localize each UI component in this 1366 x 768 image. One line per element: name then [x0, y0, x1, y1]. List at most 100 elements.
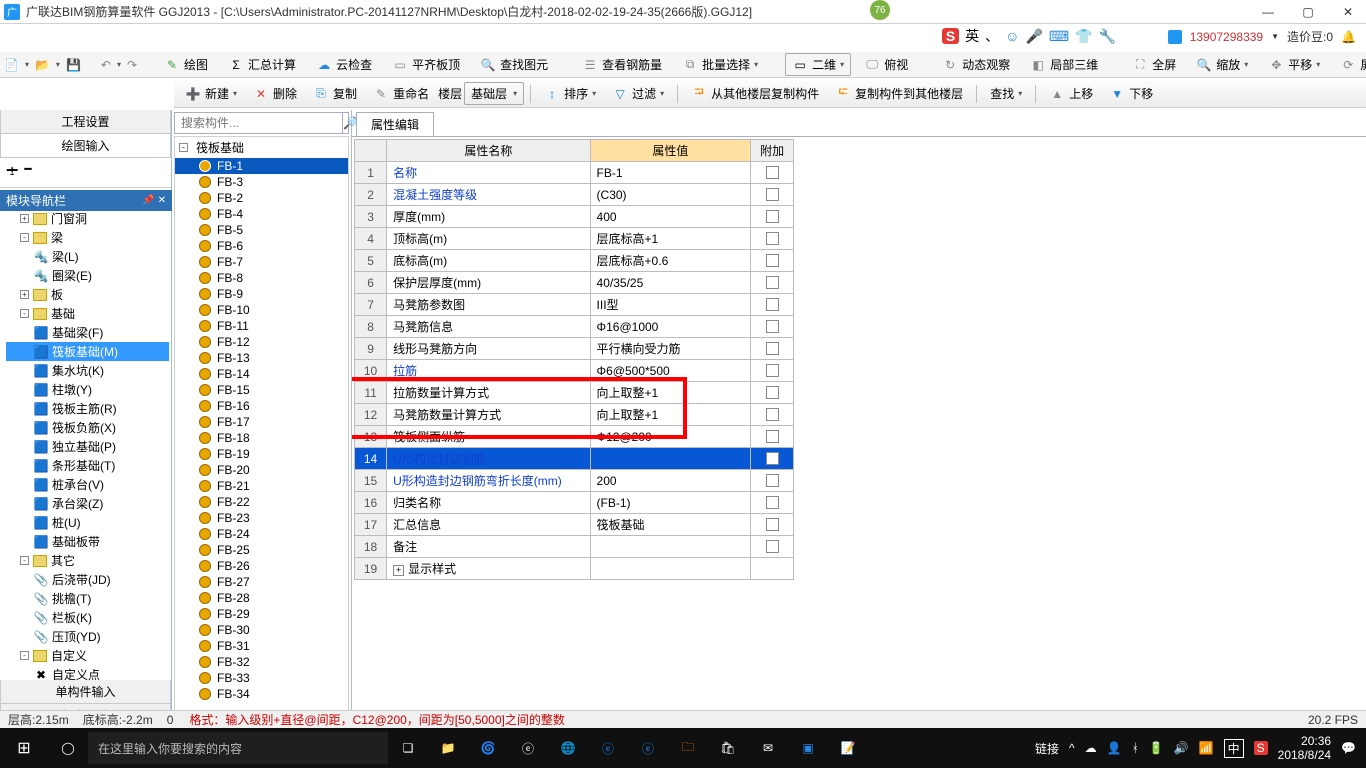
comp-node[interactable]: FB-11	[175, 318, 348, 334]
prop-name-cell[interactable]: 筏板侧面纵筋	[387, 426, 590, 448]
prop-extra-cell[interactable]	[751, 338, 794, 360]
comp-node[interactable]: FB-33	[175, 670, 348, 686]
browser-icon[interactable]: 🌐	[548, 728, 588, 768]
prop-extra-cell[interactable]	[751, 294, 794, 316]
prop-value-cell[interactable]: 筏板基础	[590, 514, 751, 536]
search-input[interactable]	[175, 113, 342, 133]
folder-icon[interactable]: 📁	[428, 728, 468, 768]
prop-extra-cell[interactable]	[751, 228, 794, 250]
prop-row[interactable]: 9线形马凳筋方向平行横向受力筋	[355, 338, 794, 360]
new-file-icon[interactable]: 📄	[4, 57, 19, 73]
view-2d-combo[interactable]: ▭二维▾	[785, 53, 851, 76]
checkbox-icon[interactable]	[766, 408, 779, 421]
nav-tree-item[interactable]: 🟦筏板基础(M)	[6, 342, 169, 361]
comp-node[interactable]: FB-30	[175, 622, 348, 638]
mail-icon[interactable]: ✉	[748, 728, 788, 768]
new-component-button[interactable]: ➕新建▾	[178, 82, 244, 105]
prop-row[interactable]: 6保护层厚度(mm)40/35/25	[355, 272, 794, 294]
prop-extra-cell[interactable]	[751, 272, 794, 294]
tray-up-icon[interactable]: ^	[1069, 741, 1075, 755]
prop-value-cell[interactable]: 200	[590, 470, 751, 492]
checkbox-icon[interactable]	[766, 320, 779, 333]
nav-tree-item[interactable]: -自定义	[6, 646, 169, 665]
sum-calc-button[interactable]: Σ汇总计算	[221, 53, 303, 76]
zoom-button[interactable]: 🔍缩放▾	[1189, 53, 1255, 76]
screen-rotate-button[interactable]: ⟳屏幕旋转▾	[1333, 53, 1366, 76]
nav-tree-item[interactable]: -基础	[6, 304, 169, 323]
edge-icon[interactable]: ⓔ	[588, 728, 628, 768]
prop-row[interactable]: 13筏板侧面纵筋Φ12@200	[355, 426, 794, 448]
filter-button[interactable]: ▽过滤▾	[605, 82, 671, 105]
prop-extra-cell[interactable]	[751, 448, 794, 470]
prop-value-cell[interactable]: 平行横向受力筋	[590, 338, 751, 360]
copy-button[interactable]: ⎘复制	[306, 82, 364, 105]
prop-value-cell[interactable]: 层底标高+0.6	[590, 250, 751, 272]
comp-node[interactable]: FB-6	[175, 238, 348, 254]
sort-button[interactable]: ↕排序▾	[537, 82, 603, 105]
prop-row[interactable]: 14U形构造封边钢筋	[355, 448, 794, 470]
comp-node[interactable]: FB-29	[175, 606, 348, 622]
tray-bluetooth-icon[interactable]: ᚼ	[1132, 741, 1139, 755]
comp-node[interactable]: FB-7	[175, 254, 348, 270]
comp-node[interactable]: FB-22	[175, 494, 348, 510]
checkbox-icon[interactable]	[766, 364, 779, 377]
prop-name-cell[interactable]: 拉筋数量计算方式	[387, 382, 590, 404]
comp-node[interactable]: FB-14	[175, 366, 348, 382]
tree-toggle-icon[interactable]: -	[20, 556, 29, 565]
emoji-icon[interactable]: ☺	[1005, 28, 1019, 44]
nav-minus-icon[interactable]: ━	[24, 162, 31, 183]
prop-extra-cell[interactable]	[751, 492, 794, 514]
prop-extra-cell[interactable]	[751, 360, 794, 382]
checkbox-icon[interactable]	[766, 166, 779, 179]
app-icon-1[interactable]: 🌀	[468, 728, 508, 768]
tree-toggle-icon[interactable]: -	[179, 143, 188, 152]
app-running-icon[interactable]: ▣	[788, 728, 828, 768]
prop-extra-cell[interactable]	[751, 250, 794, 272]
nav-tree-item[interactable]: -其它	[6, 551, 169, 570]
comp-node[interactable]: FB-25	[175, 542, 348, 558]
tray-battery-icon[interactable]: 🔋	[1149, 741, 1164, 755]
prop-row[interactable]: 16归类名称(FB-1)	[355, 492, 794, 514]
prop-row[interactable]: 15U形构造封边钢筋弯折长度(mm)200	[355, 470, 794, 492]
checkbox-icon[interactable]	[766, 540, 779, 553]
comp-node[interactable]: FB-20	[175, 462, 348, 478]
move-up-button[interactable]: ▲上移	[1042, 82, 1100, 105]
comp-node[interactable]: FB-18	[175, 430, 348, 446]
property-grid[interactable]: 属性名称 属性值 附加 1名称FB-12混凝土强度等级(C30)3厚度(mm)4…	[354, 139, 794, 580]
user-id[interactable]: 13907298339	[1190, 30, 1263, 44]
find-element-button[interactable]: 🔍查找图元	[473, 53, 555, 76]
nav-tree-item[interactable]: 🟦基础板带	[6, 532, 169, 551]
expand-icon[interactable]: +	[393, 565, 404, 576]
bell-icon[interactable]: 🔔	[1341, 30, 1356, 44]
checkbox-icon[interactable]	[766, 474, 779, 487]
comp-node[interactable]: FB-5	[175, 222, 348, 238]
prop-row[interactable]: 12马凳筋数量计算方式向上取整+1	[355, 404, 794, 426]
comp-node[interactable]: FB-1	[175, 158, 348, 174]
sogou-icon[interactable]: S	[942, 28, 959, 44]
prop-value-cell[interactable]	[590, 448, 751, 470]
comp-node[interactable]: FB-9	[175, 286, 348, 302]
nav-tree[interactable]: 🔧砌体加筋(Y)+门窗洞-梁🔩梁(L)🔩圈梁(E)+板-基础🟦基础梁(F)🟦筏板…	[0, 188, 171, 680]
minimize-button[interactable]: —	[1254, 2, 1282, 22]
prop-row[interactable]: 18备注	[355, 536, 794, 558]
nav-tree-item[interactable]: 📎后浇带(JD)	[6, 570, 169, 589]
undo-icon[interactable]: ↶	[101, 57, 111, 73]
comp-node[interactable]: FB-26	[175, 558, 348, 574]
comp-node[interactable]: FB-27	[175, 574, 348, 590]
keyboard-icon[interactable]: ⌨	[1049, 28, 1069, 45]
prop-value-cell[interactable]: Φ12@200	[590, 426, 751, 448]
comp-node[interactable]: FB-24	[175, 526, 348, 542]
comp-node[interactable]: FB-32	[175, 654, 348, 670]
prop-name-cell[interactable]: 保护层厚度(mm)	[387, 272, 590, 294]
move-down-button[interactable]: ▼下移	[1102, 82, 1160, 105]
prop-extra-cell[interactable]	[751, 470, 794, 492]
prop-name-cell[interactable]: 厚度(mm)	[387, 206, 590, 228]
prop-extra-cell[interactable]	[751, 206, 794, 228]
checkbox-icon[interactable]	[766, 518, 779, 531]
nav-tree-item[interactable]: 🔩梁(L)	[6, 247, 169, 266]
prop-row[interactable]: 19+显示样式	[355, 558, 794, 580]
nav-add-icon[interactable]: 🛨	[6, 162, 18, 183]
find-button[interactable]: 查找▾	[983, 82, 1029, 105]
cortana-icon[interactable]: ◯	[48, 728, 88, 768]
redo-icon[interactable]: ↷	[127, 57, 137, 73]
